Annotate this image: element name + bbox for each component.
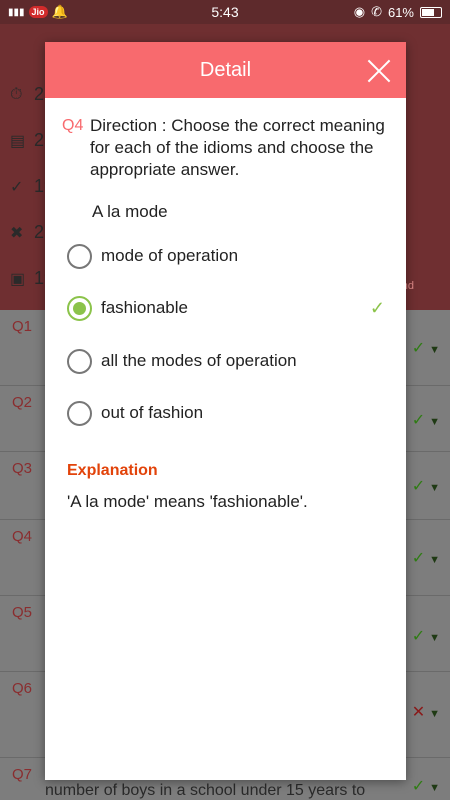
check-icon: ✓ bbox=[10, 178, 24, 196]
question-prompt: A la mode bbox=[92, 202, 168, 221]
correct-check-icon: ✓ bbox=[369, 297, 385, 318]
close-button[interactable] bbox=[366, 58, 392, 84]
correct-icon: ✓ ▼ bbox=[411, 550, 440, 567]
question-number: Q4 bbox=[62, 117, 84, 134]
stat-wrong: ✖ 2 bbox=[10, 222, 45, 242]
option-2[interactable]: fashionable ✓ bbox=[67, 291, 387, 325]
correct-icon: ✓ ▼ bbox=[411, 412, 440, 429]
cross-icon: ✖ bbox=[10, 224, 24, 242]
option-3[interactable]: all the modes of operation bbox=[67, 344, 387, 378]
explanation-text: 'A la mode' means 'fashionable'. bbox=[67, 492, 308, 511]
question-text: Direction : Choose the correct meaning f… bbox=[90, 116, 385, 179]
option-1[interactable]: mode of operation bbox=[67, 239, 387, 273]
save-icon: ▣ bbox=[10, 270, 26, 288]
option-label: mode of operation bbox=[101, 246, 239, 265]
correct-icon: ✓ ▼ bbox=[411, 478, 440, 495]
list-icon: ▤ bbox=[10, 132, 26, 150]
detail-dialog: Detail Q4 Direction : Choose the correct… bbox=[45, 42, 406, 780]
wrong-icon: ✕ ▼ bbox=[411, 704, 440, 721]
correct-icon: ✓ ▼ bbox=[411, 778, 440, 795]
correct-icon: ✓ ▼ bbox=[411, 628, 440, 645]
radio-button-selected[interactable] bbox=[67, 295, 92, 321]
timer-icon: ⏱ bbox=[10, 85, 23, 103]
dialog-title: Detail bbox=[199, 59, 252, 81]
option-4[interactable]: out of fashion bbox=[67, 396, 387, 430]
status-time: 5:43 bbox=[211, 4, 239, 20]
radio-button[interactable] bbox=[67, 348, 92, 374]
status-bar: ▮▮▮ Jio 🔔 5:43 ◉ ✆ 61% bbox=[0, 0, 450, 24]
option-label: fashionable bbox=[101, 298, 188, 317]
explanation-heading: Explanation bbox=[67, 462, 158, 479]
battery-icon bbox=[420, 6, 442, 18]
radio-button[interactable] bbox=[67, 243, 92, 269]
background-question-text: number of boys in a school under 15 year… bbox=[45, 782, 366, 799]
correct-icon: ✓ ▼ bbox=[411, 340, 440, 357]
radio-button[interactable] bbox=[67, 400, 92, 426]
option-label: all the modes of operation bbox=[101, 351, 297, 370]
option-label: out of fashion bbox=[101, 403, 204, 422]
dialog-header: Detail bbox=[45, 42, 406, 98]
question: Q4 Direction : Choose the correct meanin… bbox=[62, 115, 392, 181]
